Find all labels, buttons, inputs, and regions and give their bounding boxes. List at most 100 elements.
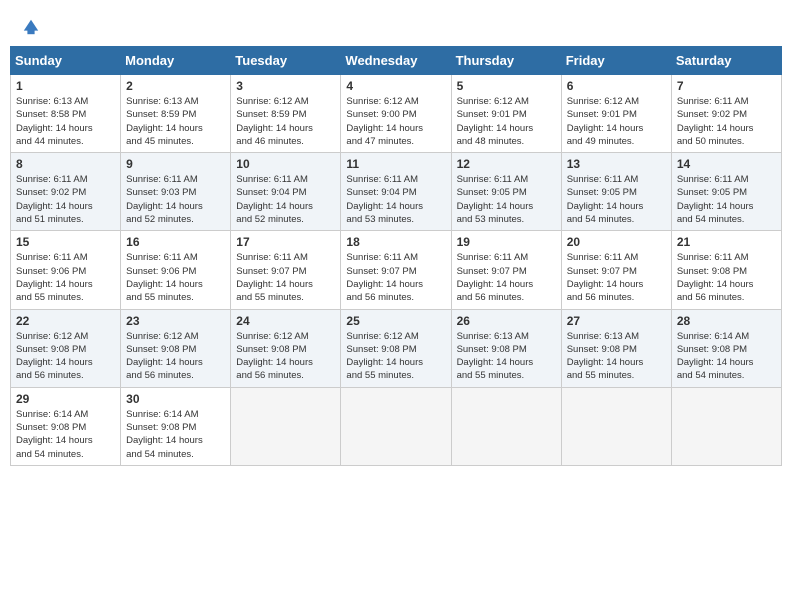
day-info: Sunrise: 6:11 AMSunset: 9:07 PMDaylight:… <box>457 251 556 304</box>
weekday-header-row: SundayMondayTuesdayWednesdayThursdayFrid… <box>11 47 782 75</box>
calendar-day-cell: 1Sunrise: 6:13 AMSunset: 8:58 PMDaylight… <box>11 75 121 153</box>
calendar-day-cell: 17 Sunrise: 6:11 AMSunset: 9:07 PMDayligh… <box>231 231 341 309</box>
day-number: 20 <box>567 235 666 249</box>
calendar-week-row: 22Sunrise: 6:12 AMSunset: 9:08 PMDayligh… <box>11 309 782 387</box>
day-number: 9 <box>126 157 225 171</box>
day-number: 21 <box>677 235 776 249</box>
calendar-day-cell: 3 Sunrise: 6:12 AMSunset: 8:59 PMDaylight… <box>231 75 341 153</box>
calendar-day-cell: 26 Sunrise: 6:13 AMSunset: 9:08 PMDayligh… <box>451 309 561 387</box>
calendar-day-cell: 24Sunrise: 6:12 AMSunset: 9:08 PMDayligh… <box>231 309 341 387</box>
day-info: Sunrise: 6:12 AMSunset: 9:08 PMDaylight:… <box>346 330 445 383</box>
day-info: Sunrise: 6:11 AMSunset: 9:05 PMDaylight:… <box>567 173 666 226</box>
day-info: Sunrise: 6:11 AMSunset: 9:02 PMDaylight:… <box>16 173 115 226</box>
calendar-day-cell: 25Sunrise: 6:12 AMSunset: 9:08 PMDayligh… <box>341 309 451 387</box>
day-number: 15 <box>16 235 115 249</box>
day-info: Sunrise: 6:12 AMSunset: 8:59 PMDaylight:… <box>236 95 335 148</box>
day-info: Sunrise: 6:12 AMSunset: 9:01 PMDaylight:… <box>457 95 556 148</box>
calendar-day-cell: 2Sunrise: 6:13 AMSunset: 8:59 PMDaylight… <box>121 75 231 153</box>
day-number: 10 <box>236 157 335 171</box>
calendar-week-row: 8Sunrise: 6:11 AMSunset: 9:02 PMDaylight… <box>11 153 782 231</box>
calendar-day-cell <box>561 387 671 465</box>
calendar-day-cell: 14 Sunrise: 6:11 AMSunset: 9:05 PMDayligh… <box>671 153 781 231</box>
calendar-day-cell: 11 Sunrise: 6:11 AMSunset: 9:04 PMDayligh… <box>341 153 451 231</box>
day-info: Sunrise: 6:11 AMSunset: 9:04 PMDaylight:… <box>236 173 335 226</box>
day-number: 5 <box>457 79 556 93</box>
calendar-table: SundayMondayTuesdayWednesdayThursdayFrid… <box>10 46 782 466</box>
calendar-day-cell: 19 Sunrise: 6:11 AMSunset: 9:07 PMDayligh… <box>451 231 561 309</box>
day-number: 3 <box>236 79 335 93</box>
calendar-day-cell: 20 Sunrise: 6:11 AMSunset: 9:07 PMDayligh… <box>561 231 671 309</box>
calendar-day-cell: 21 Sunrise: 6:11 AMSunset: 9:08 PMDayligh… <box>671 231 781 309</box>
calendar-week-row: 29 Sunrise: 6:14 AMSunset: 9:08 PMDayligh… <box>11 387 782 465</box>
calendar-day-cell: 6 Sunrise: 6:12 AMSunset: 9:01 PMDaylight… <box>561 75 671 153</box>
day-info: Sunrise: 6:14 AMSunset: 9:08 PMDaylight:… <box>16 408 115 461</box>
day-info: Sunrise: 6:11 AMSunset: 9:05 PMDaylight:… <box>677 173 776 226</box>
calendar-day-cell <box>451 387 561 465</box>
day-number: 29 <box>16 392 115 406</box>
day-info: Sunrise: 6:12 AMSunset: 9:01 PMDaylight:… <box>567 95 666 148</box>
weekday-header-monday: Monday <box>121 47 231 75</box>
calendar-day-cell: 28 Sunrise: 6:14 AMSunset: 9:08 PMDayligh… <box>671 309 781 387</box>
day-info: Sunrise: 6:11 AMSunset: 9:07 PMDaylight:… <box>236 251 335 304</box>
calendar-day-cell: 5 Sunrise: 6:12 AMSunset: 9:01 PMDaylight… <box>451 75 561 153</box>
calendar-day-cell <box>231 387 341 465</box>
logo <box>20 18 40 36</box>
day-info: Sunrise: 6:12 AMSunset: 9:08 PMDaylight:… <box>236 330 335 383</box>
day-number: 17 <box>236 235 335 249</box>
day-info: Sunrise: 6:14 AMSunset: 9:08 PMDaylight:… <box>677 330 776 383</box>
day-info: Sunrise: 6:11 AMSunset: 9:07 PMDaylight:… <box>346 251 445 304</box>
calendar-day-cell: 15 Sunrise: 6:11 AMSunset: 9:06 PMDayligh… <box>11 231 121 309</box>
day-number: 1 <box>16 79 115 93</box>
day-number: 4 <box>346 79 445 93</box>
calendar-week-row: 1Sunrise: 6:13 AMSunset: 8:58 PMDaylight… <box>11 75 782 153</box>
calendar-day-cell: 13 Sunrise: 6:11 AMSunset: 9:05 PMDayligh… <box>561 153 671 231</box>
day-info: Sunrise: 6:12 AMSunset: 9:08 PMDaylight:… <box>126 330 225 383</box>
day-info: Sunrise: 6:11 AMSunset: 9:04 PMDaylight:… <box>346 173 445 226</box>
day-info: Sunrise: 6:11 AMSunset: 9:06 PMDaylight:… <box>126 251 225 304</box>
day-number: 14 <box>677 157 776 171</box>
day-number: 11 <box>346 157 445 171</box>
weekday-header-tuesday: Tuesday <box>231 47 341 75</box>
day-info: Sunrise: 6:13 AMSunset: 9:08 PMDaylight:… <box>567 330 666 383</box>
day-info: Sunrise: 6:12 AMSunset: 9:00 PMDaylight:… <box>346 95 445 148</box>
day-number: 19 <box>457 235 556 249</box>
day-number: 13 <box>567 157 666 171</box>
day-number: 26 <box>457 314 556 328</box>
day-number: 7 <box>677 79 776 93</box>
calendar-day-cell: 27 Sunrise: 6:13 AMSunset: 9:08 PMDayligh… <box>561 309 671 387</box>
day-number: 2 <box>126 79 225 93</box>
calendar-day-cell: 8Sunrise: 6:11 AMSunset: 9:02 PMDaylight… <box>11 153 121 231</box>
calendar-day-cell: 7 Sunrise: 6:11 AMSunset: 9:02 PMDaylight… <box>671 75 781 153</box>
calendar-day-cell <box>671 387 781 465</box>
calendar-day-cell: 29 Sunrise: 6:14 AMSunset: 9:08 PMDayligh… <box>11 387 121 465</box>
day-info: Sunrise: 6:11 AMSunset: 9:02 PMDaylight:… <box>677 95 776 148</box>
day-info: Sunrise: 6:12 AMSunset: 9:08 PMDaylight:… <box>16 330 115 383</box>
day-number: 16 <box>126 235 225 249</box>
day-info: Sunrise: 6:11 AMSunset: 9:08 PMDaylight:… <box>677 251 776 304</box>
day-info: Sunrise: 6:11 AMSunset: 9:06 PMDaylight:… <box>16 251 115 304</box>
calendar-day-cell: 9 Sunrise: 6:11 AMSunset: 9:03 PMDaylight… <box>121 153 231 231</box>
day-number: 28 <box>677 314 776 328</box>
calendar-week-row: 15 Sunrise: 6:11 AMSunset: 9:06 PMDayligh… <box>11 231 782 309</box>
calendar-day-cell <box>341 387 451 465</box>
weekday-header-sunday: Sunday <box>11 47 121 75</box>
day-number: 27 <box>567 314 666 328</box>
day-info: Sunrise: 6:11 AMSunset: 9:05 PMDaylight:… <box>457 173 556 226</box>
day-number: 6 <box>567 79 666 93</box>
day-info: Sunrise: 6:11 AMSunset: 9:03 PMDaylight:… <box>126 173 225 226</box>
calendar-day-cell: 23 Sunrise: 6:12 AMSunset: 9:08 PMDayligh… <box>121 309 231 387</box>
calendar-day-cell: 4 Sunrise: 6:12 AMSunset: 9:00 PMDaylight… <box>341 75 451 153</box>
weekday-header-thursday: Thursday <box>451 47 561 75</box>
weekday-header-saturday: Saturday <box>671 47 781 75</box>
weekday-header-friday: Friday <box>561 47 671 75</box>
calendar-day-cell: 10 Sunrise: 6:11 AMSunset: 9:04 PMDayligh… <box>231 153 341 231</box>
day-number: 23 <box>126 314 225 328</box>
calendar-day-cell: 16 Sunrise: 6:11 AMSunset: 9:06 PMDayligh… <box>121 231 231 309</box>
calendar-day-cell: 30Sunrise: 6:14 AMSunset: 9:08 PMDayligh… <box>121 387 231 465</box>
day-number: 30 <box>126 392 225 406</box>
day-number: 18 <box>346 235 445 249</box>
logo-icon <box>22 18 40 36</box>
day-info: Sunrise: 6:11 AMSunset: 9:07 PMDaylight:… <box>567 251 666 304</box>
page-header <box>10 10 782 42</box>
day-info: Sunrise: 6:13 AMSunset: 9:08 PMDaylight:… <box>457 330 556 383</box>
